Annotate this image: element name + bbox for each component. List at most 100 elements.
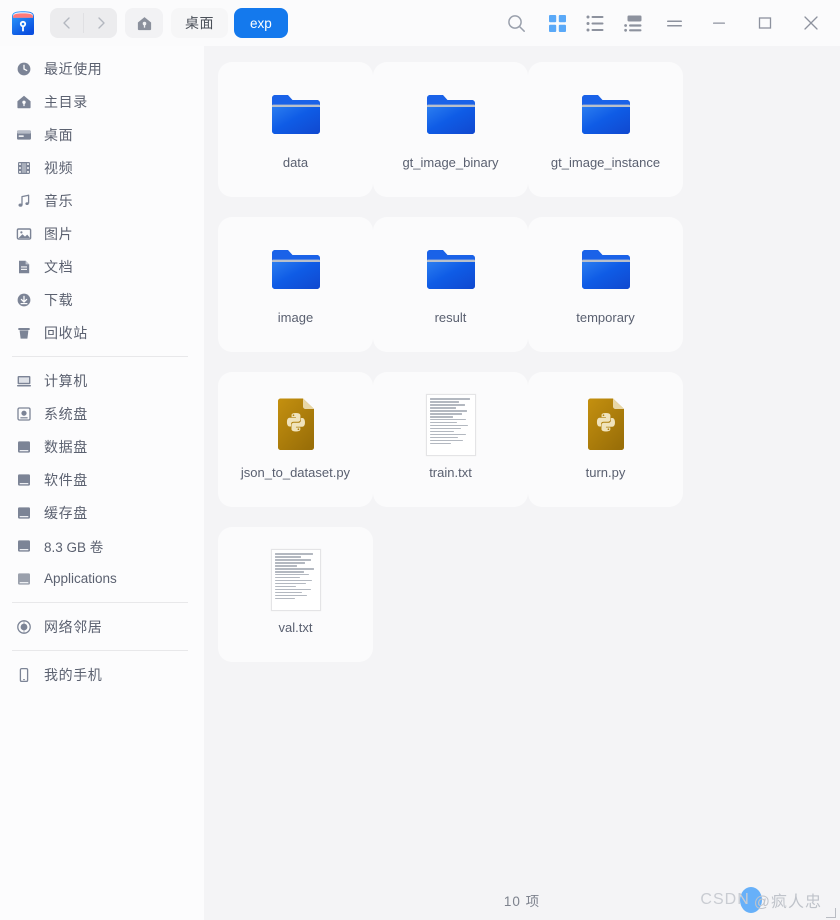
maximize-button[interactable] [742, 4, 788, 42]
search-button[interactable] [494, 6, 538, 40]
status-bar: 10 项 CSDN @疯人忠 [204, 880, 840, 920]
python-file-icon [575, 394, 637, 456]
file-label: image [277, 310, 314, 325]
sidebar-item-software-disk[interactable]: 软件盘 [0, 463, 204, 496]
sidebar-item-label: 系统盘 [44, 405, 88, 422]
list-view-button[interactable] [576, 6, 614, 40]
sidebar-item-label: 网络邻居 [44, 618, 103, 635]
breadcrumb-desktop[interactable]: 桌面 [171, 8, 228, 38]
sidebar-item-label: 主目录 [44, 93, 88, 110]
content-area: data gt_image_binary gt_image_instance i… [204, 46, 840, 920]
watermark: CSDN @疯人忠 [700, 887, 822, 913]
folder-icon [265, 84, 327, 146]
file-item-gt_image_binary[interactable]: gt_image_binary [373, 62, 528, 197]
sidebar-divider [12, 356, 188, 357]
sidebar-item-videos[interactable]: 视频 [0, 151, 204, 184]
folder-icon [420, 239, 482, 301]
folder-icon [575, 239, 637, 301]
sidebar-item-trash[interactable]: 回收站 [0, 316, 204, 349]
detail-view-button[interactable] [614, 6, 652, 40]
file-item-json_to_dataset_py[interactable]: json_to_dataset.py [218, 372, 373, 507]
sidebar-item-data-disk[interactable]: 数据盘 [0, 430, 204, 463]
phone-icon [12, 667, 36, 683]
window-body: 最近使用 主目录 桌面 视频 音乐 图片 文档 下载 回收站 计算机 系统盘 数… [0, 46, 840, 920]
grid-view-icon [548, 14, 566, 32]
forward-button[interactable] [84, 8, 117, 38]
disk-icon [12, 472, 36, 488]
file-label: train.txt [429, 465, 472, 480]
sidebar-item-label: 桌面 [44, 126, 74, 143]
resize-grip[interactable] [826, 908, 836, 918]
file-item-data[interactable]: data [218, 62, 373, 197]
file-grid: data gt_image_binary gt_image_instance i… [204, 46, 840, 880]
menu-button[interactable] [652, 6, 696, 40]
file-item-turn_py[interactable]: turn.py [528, 372, 683, 507]
search-icon [507, 14, 525, 32]
sidebar: 最近使用 主目录 桌面 视频 音乐 图片 文档 下载 回收站 计算机 系统盘 数… [0, 46, 204, 920]
sidebar-item-volume-83gb[interactable]: 8.3 GB 卷 [0, 529, 204, 562]
detail-view-icon [623, 15, 641, 32]
sidebar-item-documents[interactable]: 文档 [0, 250, 204, 283]
watermark-brand: CSDN [700, 891, 750, 908]
sidebar-item-applications[interactable]: Applications [0, 562, 204, 595]
sidebar-item-label: 下载 [44, 291, 74, 308]
sidebar-item-home[interactable]: 主目录 [0, 85, 204, 118]
item-count-label: 10 项 [503, 894, 541, 909]
grid-view-button[interactable] [538, 6, 576, 40]
sidebar-item-system-disk[interactable]: 系统盘 [0, 397, 204, 430]
trash-icon [12, 325, 36, 341]
sidebar-item-downloads[interactable]: 下载 [0, 283, 204, 316]
file-item-val_txt[interactable]: val.txt [218, 527, 373, 662]
sidebar-item-pictures[interactable]: 图片 [0, 217, 204, 250]
music-icon [12, 193, 36, 209]
nav-button-group [50, 8, 117, 38]
text-preview-thumbnail [425, 394, 476, 456]
sidebar-item-desktop[interactable]: 桌面 [0, 118, 204, 151]
sidebar-group-places: 最近使用 主目录 桌面 视频 音乐 图片 文档 下载 回收站 [0, 52, 204, 349]
system-disk-icon [12, 406, 36, 422]
sidebar-item-my-phone[interactable]: 我的手机 [0, 658, 204, 691]
folder-icon [575, 84, 637, 146]
desktop-icon [12, 127, 36, 143]
network-icon [12, 619, 36, 635]
python-file-icon [265, 394, 327, 456]
file-item-temporary[interactable]: temporary [528, 217, 683, 352]
picture-icon [12, 226, 36, 242]
sidebar-divider [12, 650, 188, 651]
text-file-icon [265, 549, 327, 611]
sidebar-item-label: 图片 [44, 225, 74, 242]
file-item-image[interactable]: image [218, 217, 373, 352]
home-button[interactable] [125, 8, 163, 38]
sidebar-item-cache-disk[interactable]: 缓存盘 [0, 496, 204, 529]
sidebar-item-label: 我的手机 [44, 666, 103, 683]
sidebar-item-label: 文档 [44, 258, 74, 275]
close-button[interactable] [788, 4, 834, 42]
close-icon [804, 16, 818, 30]
disk-icon [12, 538, 36, 554]
sidebar-item-label: 8.3 GB 卷 [44, 539, 104, 555]
sidebar-item-label: 计算机 [44, 372, 88, 389]
chevron-left-icon [62, 17, 70, 29]
sidebar-item-computer[interactable]: 计算机 [0, 364, 204, 397]
sidebar-item-network[interactable]: 网络邻居 [0, 610, 204, 643]
minimize-icon [713, 22, 725, 24]
sidebar-item-label: 软件盘 [44, 471, 88, 488]
back-button[interactable] [50, 8, 83, 38]
disk-icon [12, 439, 36, 455]
text-file-icon [420, 394, 482, 456]
computer-icon [12, 373, 36, 389]
sidebar-group-devices: 计算机 系统盘 数据盘 软件盘 缓存盘 8.3 GB 卷 Application… [0, 364, 204, 595]
file-label: gt_image_binary [402, 155, 499, 170]
home-icon [137, 16, 151, 30]
file-item-gt_image_instance[interactable]: gt_image_instance [528, 62, 683, 197]
title-bar: 桌面 exp [0, 0, 840, 46]
file-item-train_txt[interactable]: train.txt [373, 372, 528, 507]
disk-icon [12, 505, 36, 521]
minimize-button[interactable] [696, 4, 742, 42]
sidebar-item-music[interactable]: 音乐 [0, 184, 204, 217]
sidebar-item-recent[interactable]: 最近使用 [0, 52, 204, 85]
breadcrumb-exp[interactable]: exp [234, 8, 288, 38]
sidebar-group-network: 网络邻居 [0, 610, 204, 643]
home-icon [12, 94, 36, 110]
file-item-result[interactable]: result [373, 217, 528, 352]
